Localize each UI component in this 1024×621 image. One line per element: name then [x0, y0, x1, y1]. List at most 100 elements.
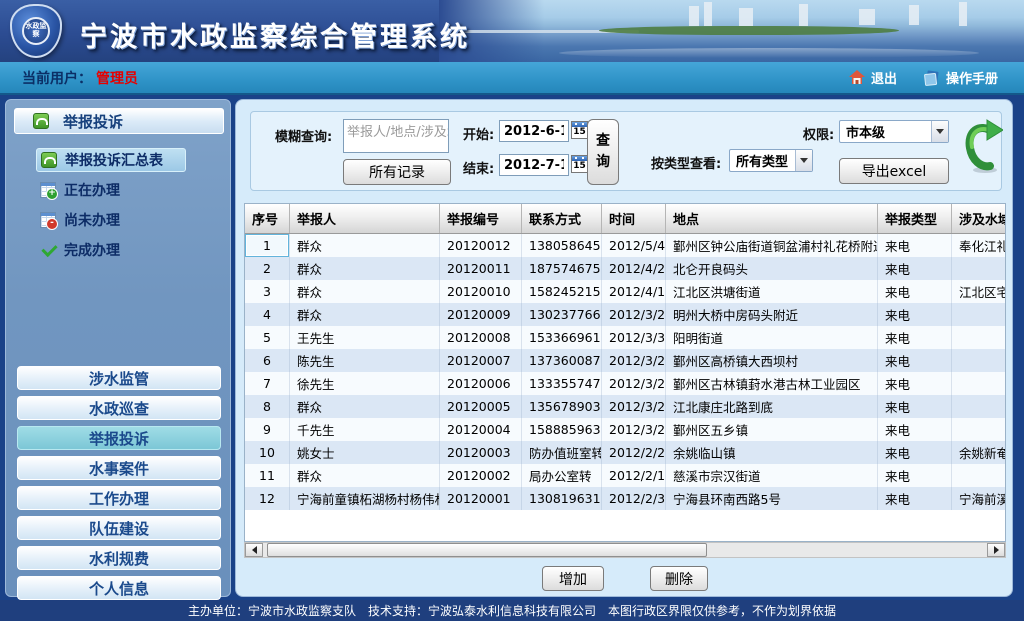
table-row[interactable]: 3群众20120010158245215972012/4/17江北区洪塘街道来电… [245, 280, 1006, 303]
table-cell: 来电 [878, 303, 952, 326]
table-cell: 20120010 [440, 280, 522, 303]
table-row[interactable]: 1群众20120012138058645282012/5/4鄞州区钟公庙街道铜盆… [245, 234, 1006, 257]
fuzzy-query-input[interactable] [343, 119, 449, 153]
table-cell: 来电 [878, 441, 952, 464]
table-cell: 7 [245, 372, 290, 395]
refresh-icon[interactable] [963, 118, 1003, 178]
table-cell: 2012/4/17 [602, 280, 666, 303]
start-date-input[interactable] [499, 120, 569, 142]
current-user-name: 管理员 [96, 68, 138, 88]
table-body: 1群众20120012138058645282012/5/4鄞州区钟公庙街道铜盆… [245, 234, 1005, 510]
end-date-input[interactable] [499, 154, 569, 176]
main-content: 模糊查询: 所有记录 开始: 15 结束: 15 查询 按类型查看: 所有类型 … [235, 99, 1013, 597]
add-button[interactable]: 增加 [542, 566, 604, 591]
table-row[interactable]: 7徐先生20120006133355747782012/3/29鄞州区古林镇葑水… [245, 372, 1006, 395]
module-button[interactable]: 工作办理 [17, 486, 221, 510]
table-cell: 20120012 [440, 234, 522, 257]
table-cell: 局办公室转 [522, 464, 602, 487]
table-cell: 20120007 [440, 349, 522, 372]
table-cell: 2012/4/23 [602, 257, 666, 280]
all-records-button[interactable]: 所有记录 [343, 159, 451, 185]
table-cell: 6 [245, 349, 290, 372]
table-cell: 王先生 [290, 326, 440, 349]
end-date-label: 结束: [463, 158, 494, 177]
table-row[interactable]: 8群众20120005135678903902012/3/26江北康庄北路到底来… [245, 395, 1006, 418]
manual-label: 操作手册 [946, 68, 998, 87]
type-filter-label: 按类型查看: [651, 153, 721, 172]
table-cell: 4 [245, 303, 290, 326]
type-filter-select[interactable]: 所有类型 [729, 149, 813, 172]
table-row[interactable]: 6陈先生20120007137360087292012/3/29鄞州区高桥镇大西… [245, 349, 1006, 372]
horizontal-scrollbar[interactable] [244, 542, 1006, 558]
column-header[interactable]: 序号 [245, 204, 290, 233]
start-calendar-icon[interactable]: 15 [571, 121, 588, 139]
table-row[interactable]: 4群众20120009130237766492012/3/29明州大桥中房码头附… [245, 303, 1006, 326]
module-button[interactable]: 队伍建设 [17, 516, 221, 540]
sidebar-section-title: 举报投诉 [63, 111, 123, 132]
column-header[interactable]: 举报编号 [440, 204, 522, 233]
table-row[interactable]: 9千先生20120004158885963252012/3/23鄞州区五乡镇来电 [245, 418, 1006, 441]
table-row[interactable]: 10姚女士20120003防办值班室转2012/2/23余姚临山镇来电余姚新奄 [245, 441, 1006, 464]
table-cell: 13736008729 [522, 349, 602, 372]
sidebar-item[interactable]: 尚未办理 [36, 208, 226, 232]
column-header[interactable]: 举报人 [290, 204, 440, 233]
sidebar-item-label: 举报投诉汇总表 [65, 150, 163, 170]
table-cell [952, 372, 1006, 395]
module-button[interactable]: 水政巡查 [17, 396, 221, 420]
table-cell: 12 [245, 487, 290, 510]
sidebar-section-header[interactable]: 举报投诉 [14, 108, 224, 134]
current-user-label: 当前用户： [22, 68, 92, 88]
app-logo: 水政监察 [10, 4, 62, 58]
scroll-left-button[interactable] [245, 543, 263, 557]
table-cell: 来电 [878, 257, 952, 280]
column-header[interactable]: 联系方式 [522, 204, 602, 233]
permission-select[interactable]: 市本级 [839, 120, 949, 143]
table-cell: 20120004 [440, 418, 522, 441]
table-cell: 姚女士 [290, 441, 440, 464]
table-row[interactable]: 5王先生20120008153366961212012/3/31阳明街道来电 [245, 326, 1006, 349]
sidebar-item[interactable]: 举报投诉汇总表 [36, 148, 186, 172]
table-cell [952, 464, 1006, 487]
table-cell: 20120011 [440, 257, 522, 280]
table-cell: 来电 [878, 349, 952, 372]
table-row[interactable]: 12宁海前童镇柘湖杨村杨伟林20120001130819631762012/2/… [245, 487, 1006, 510]
table-row[interactable]: 2群众20120011187574675372012/4/23北仑开良码头来电 [245, 257, 1006, 280]
query-button[interactable]: 查询 [587, 119, 619, 185]
scrollbar-thumb[interactable] [267, 543, 707, 557]
table-row[interactable]: 11群众20120002局办公室转2012/2/10慈溪市宗汉街道来电 [245, 464, 1006, 487]
delete-button[interactable]: 删除 [650, 566, 708, 591]
module-button[interactable]: 举报投诉 [17, 426, 221, 450]
table-cell: 来电 [878, 326, 952, 349]
table-cell: 20120001 [440, 487, 522, 510]
table-cell [952, 326, 1006, 349]
column-header[interactable]: 举报类型 [878, 204, 952, 233]
module-button[interactable]: 个人信息 [17, 576, 221, 600]
table-cell [952, 303, 1006, 326]
table-cell: 20120005 [440, 395, 522, 418]
column-header[interactable]: 时间 [602, 204, 666, 233]
table-cell: 13805864528 [522, 234, 602, 257]
manual-button[interactable]: 操作手册 [923, 68, 998, 87]
table-cell: 18757467537 [522, 257, 602, 280]
table-cell: 来电 [878, 487, 952, 510]
manual-icon [923, 70, 940, 86]
column-header[interactable]: 涉及水域 [952, 204, 1006, 233]
export-excel-button[interactable]: 导出excel [839, 158, 949, 184]
logout-button[interactable]: 退出 [849, 68, 897, 87]
sidebar-items: 举报投诉汇总表正在办理尚未办理完成办理 [36, 148, 226, 268]
module-button[interactable]: 涉水监管 [17, 366, 221, 390]
scrollbar-track[interactable] [265, 543, 985, 557]
logo-emblem: 水政监察 [22, 17, 50, 45]
sidebar-item[interactable]: 完成办理 [36, 238, 226, 262]
column-header[interactable]: 地点 [666, 204, 878, 233]
sidebar-item[interactable]: 正在办理 [36, 178, 226, 202]
module-button[interactable]: 水利规费 [17, 546, 221, 570]
sidebar: 举报投诉 举报投诉汇总表正在办理尚未办理完成办理 涉水监管水政巡查举报投诉水事案… [5, 99, 231, 597]
table-cell: 北仑开良码头 [666, 257, 878, 280]
end-calendar-icon[interactable]: 15 [571, 155, 588, 173]
table-cell: 防办值班室转 [522, 441, 602, 464]
scroll-right-button[interactable] [987, 543, 1005, 557]
module-button[interactable]: 水事案件 [17, 456, 221, 480]
table-cell: 15336696121 [522, 326, 602, 349]
table-header-row: 序号举报人举报编号联系方式时间地点举报类型涉及水域 [245, 204, 1006, 234]
